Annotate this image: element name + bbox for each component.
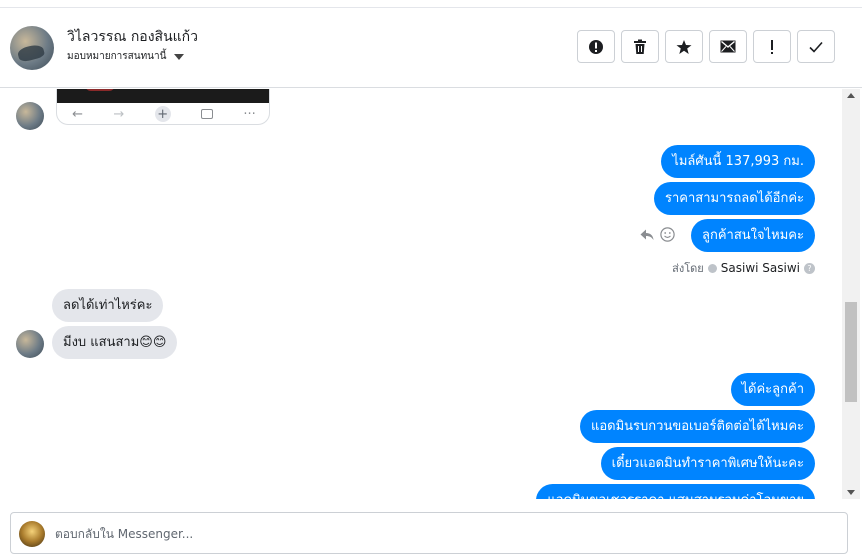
plus-icon: + <box>154 106 171 122</box>
thread-scrollbar[interactable] <box>842 89 860 499</box>
alert-circle-icon <box>589 39 603 54</box>
envelope-icon <box>720 40 736 53</box>
messenger-conversation-window: วิไลวรรณ กองสินแก้ว มอบหมายการสนทนานี้ ←… <box>0 0 862 554</box>
reply-input[interactable] <box>55 523 755 545</box>
scrollbar-thumb[interactable] <box>845 302 857 402</box>
contact-avatar-small[interactable] <box>16 330 44 358</box>
image-preview <box>57 89 269 103</box>
trash-icon <box>634 39 646 54</box>
tabs-icon <box>201 109 214 119</box>
scroll-up-arrow-icon[interactable] <box>847 93 855 98</box>
star-button[interactable] <box>665 30 703 63</box>
message-incoming[interactable]: ลดได้เท่าไหร่คะ <box>52 289 164 322</box>
contact-avatar-small[interactable] <box>16 102 44 130</box>
reply-icon[interactable] <box>640 229 654 241</box>
help-icon[interactable]: ? <box>804 262 815 274</box>
sent-by-label: ส่งโดย Sasiwi Sasiwi ? <box>672 259 815 277</box>
assign-label: มอบหมายการสนทนานี้ <box>67 51 167 62</box>
browser-nav-bar-image: ← → + ··· <box>57 103 269 124</box>
star-icon <box>676 39 692 54</box>
message-thread[interactable]: ← → + ··· ไมล์ศันนี้ 137,993 กม. ราคาสาม… <box>0 89 842 499</box>
message-outgoing[interactable]: ได้ค่ะลูกค้า <box>730 373 815 406</box>
mark-unread-button[interactable] <box>709 30 747 63</box>
header-actions <box>577 30 835 63</box>
more-dots-icon: ··· <box>243 106 256 122</box>
top-border <box>0 0 862 8</box>
message-outgoing[interactable]: แอดมินรบกวนขอเบอร์ติดต่อได้ไหมคะ <box>579 410 815 443</box>
follow-up-button[interactable] <box>753 30 791 63</box>
scroll-down-arrow-icon[interactable] <box>847 490 855 495</box>
image-attachment[interactable]: ← → + ··· <box>56 89 270 125</box>
checkmark-icon <box>809 41 823 53</box>
contact-avatar[interactable] <box>10 26 54 70</box>
caret-down-icon <box>174 53 185 60</box>
verified-icon <box>707 263 717 273</box>
message-outgoing[interactable]: ลูกค้าสนใจไหมคะ <box>691 219 815 252</box>
emoji-reaction-icon[interactable] <box>660 227 675 242</box>
arrow-right-icon: → <box>113 106 125 122</box>
conversation-header: วิไลวรรณ กองสินแก้ว มอบหมายการสนทนานี้ <box>0 8 862 88</box>
mark-done-button[interactable] <box>797 30 835 63</box>
composer-area <box>0 500 862 554</box>
message-outgoing[interactable]: แอดมินขอเชอรราคา แสนสามรวมค่าโอนขาย <box>536 484 815 499</box>
message-incoming[interactable]: มีงบ แสนสาม😊😊 <box>52 326 178 359</box>
sent-by-prefix: ส่งโดย <box>672 262 704 275</box>
page-avatar <box>19 521 45 547</box>
sender-name[interactable]: Sasiwi Sasiwi <box>721 261 800 275</box>
mark-spam-button[interactable] <box>577 30 615 63</box>
reply-composer[interactable] <box>10 512 848 554</box>
arrow-left-icon: ← <box>72 106 84 122</box>
message-outgoing[interactable]: เดี๋ยวแอดมินทำราคาพิเศษให้นะคะ <box>600 447 815 480</box>
contact-name[interactable]: วิไลวรรณ กองสินแก้ว <box>67 26 198 48</box>
message-actions <box>640 227 675 242</box>
exclamation-icon <box>771 39 773 54</box>
assign-conversation-dropdown[interactable]: มอบหมายการสนทนานี้ <box>67 49 185 64</box>
delete-button[interactable] <box>621 30 659 63</box>
message-outgoing[interactable]: ไมล์ศันนี้ 137,993 กม. <box>661 145 815 178</box>
message-outgoing[interactable]: ราคาสามารถลดได้อีกค่ะ <box>654 182 815 215</box>
